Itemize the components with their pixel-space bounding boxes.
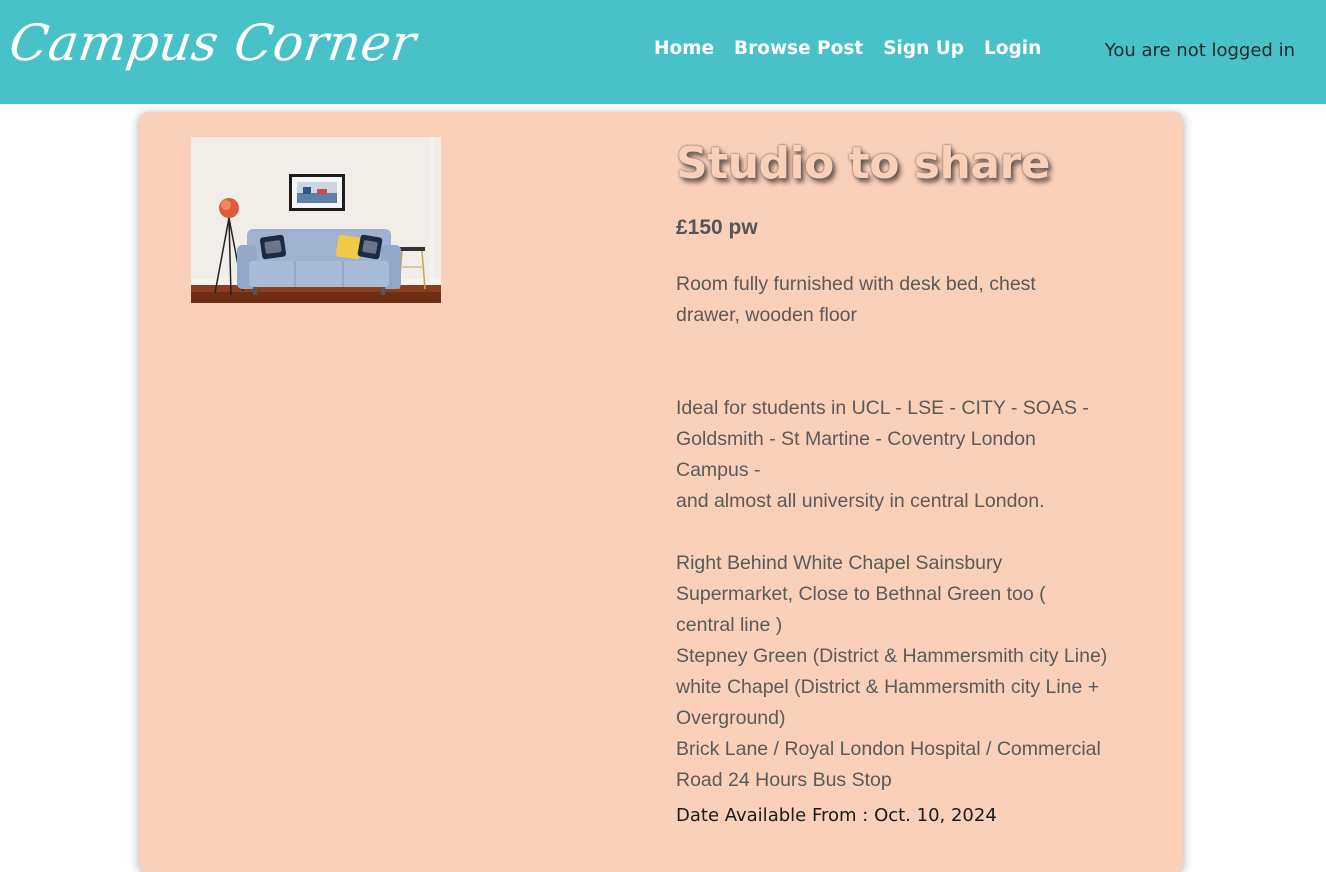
nav-home-link[interactable]: Home (654, 38, 714, 59)
date-available-label: Date Available From : (676, 805, 869, 826)
nav-links: Home Browse Post Sign Up Login (654, 38, 1041, 59)
nav-sign-up-link[interactable]: Sign Up (883, 38, 964, 59)
post-title: Studio to share (676, 138, 1051, 189)
nav-login-link[interactable]: Login (984, 38, 1041, 59)
login-status: You are not logged in (1104, 40, 1295, 61)
date-available-value: Oct. 10, 2024 (874, 805, 997, 826)
post-price: £150 pw (676, 216, 758, 239)
post-description: Room fully furnished with desk bed, ches… (676, 273, 1108, 791)
post-photo (191, 137, 441, 303)
nav-browse-post-link[interactable]: Browse Post (734, 38, 863, 59)
navbar: Campus Corner Home Browse Post Sign Up L… (0, 0, 1326, 104)
post-card: Studio to share £150 pw Room fully furni… (139, 112, 1183, 872)
brand-logo[interactable]: Campus Corner (6, 14, 420, 72)
date-available: Date Available From : Oct. 10, 2024 (676, 805, 997, 826)
